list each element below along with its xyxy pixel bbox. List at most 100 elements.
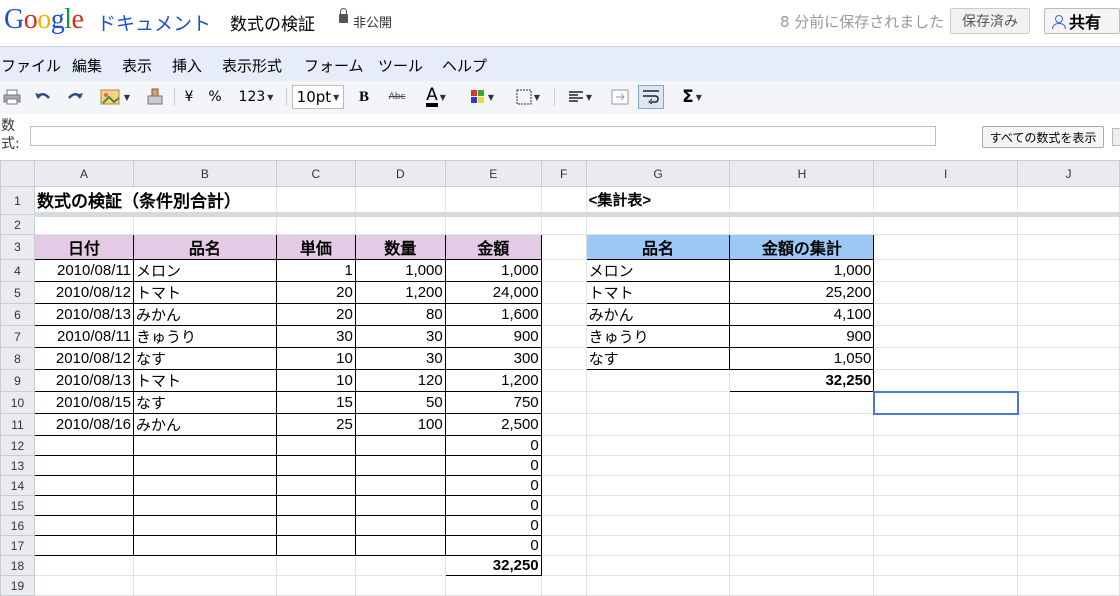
merge-cells-icon[interactable] xyxy=(608,85,632,109)
summary-header-total[interactable]: 金額の集計 xyxy=(729,234,875,260)
cell[interactable] xyxy=(540,391,587,414)
cell[interactable] xyxy=(354,575,446,596)
borders-dropdown[interactable]: ▼ xyxy=(510,85,546,109)
menu-file[interactable]: ファイル xyxy=(1,55,61,76)
cell-amount[interactable]: 1,600 xyxy=(444,303,542,326)
summary-cell-item[interactable]: トマト xyxy=(585,281,731,304)
cell[interactable] xyxy=(873,535,1019,556)
cell[interactable] xyxy=(1017,515,1120,536)
cell[interactable] xyxy=(540,413,587,436)
cell[interactable] xyxy=(33,555,134,576)
cell-amount[interactable]: 24,000 xyxy=(444,281,542,304)
currency-button[interactable]: ¥ xyxy=(180,85,198,109)
cell[interactable] xyxy=(444,186,542,217)
cell-unit-price[interactable]: 10 xyxy=(275,369,356,392)
cell-amount[interactable]: 0 xyxy=(444,435,542,456)
cell[interactable] xyxy=(873,413,1019,436)
cell[interactable] xyxy=(873,214,1019,235)
cell-unit-price[interactable] xyxy=(275,495,356,516)
insert-image-icon[interactable]: ▼ xyxy=(96,85,134,109)
summary-cell-item[interactable]: きゅうり xyxy=(585,325,731,348)
menu-tools[interactable]: ツール xyxy=(378,55,423,76)
cell-unit-price[interactable]: 15 xyxy=(275,391,356,414)
cell[interactable] xyxy=(729,186,875,217)
cell-unit-price[interactable]: 25 xyxy=(275,413,356,436)
cell[interactable] xyxy=(1017,281,1120,304)
summary-cell-total[interactable]: 1,000 xyxy=(729,259,875,282)
cell-date[interactable]: 2010/08/12 xyxy=(33,347,134,370)
cell-unit-price[interactable] xyxy=(275,475,356,496)
column-header[interactable]: E xyxy=(444,160,542,187)
cell-item[interactable]: トマト xyxy=(132,369,277,392)
cell-quantity[interactable] xyxy=(354,515,446,536)
cell[interactable] xyxy=(132,555,277,576)
print-icon[interactable] xyxy=(2,85,22,109)
cell-amount[interactable]: 0 xyxy=(444,475,542,496)
cell[interactable] xyxy=(873,555,1019,576)
row-header[interactable]: 1 xyxy=(0,186,35,215)
cell[interactable] xyxy=(585,391,731,414)
summary-title[interactable]: <集計表> xyxy=(585,186,731,217)
cell[interactable] xyxy=(540,575,587,596)
cell[interactable] xyxy=(729,475,875,496)
cell[interactable] xyxy=(1017,234,1120,260)
cell[interactable] xyxy=(729,515,875,536)
cell[interactable] xyxy=(585,475,731,496)
number-format-dropdown[interactable]: 123 ▼ xyxy=(234,85,278,109)
cell-item[interactable]: みかん xyxy=(132,413,277,436)
cell-item[interactable] xyxy=(132,515,277,536)
cell-amount[interactable]: 300 xyxy=(444,347,542,370)
cell[interactable] xyxy=(873,495,1019,516)
cell[interactable] xyxy=(540,259,587,282)
summary-cell-item[interactable]: なす xyxy=(585,347,731,370)
menu-view[interactable]: 表示 xyxy=(122,55,152,76)
cell[interactable] xyxy=(585,495,731,516)
cell[interactable] xyxy=(540,186,587,217)
cell-quantity[interactable] xyxy=(354,435,446,456)
row-header[interactable]: 8 xyxy=(0,347,35,370)
cell-date[interactable] xyxy=(33,495,134,516)
cell[interactable] xyxy=(729,495,875,516)
column-header[interactable]: G xyxy=(585,160,731,187)
cell[interactable] xyxy=(585,369,731,392)
text-color-dropdown[interactable]: A ▼ xyxy=(418,85,454,109)
row-header[interactable]: 4 xyxy=(0,259,35,282)
column-header[interactable]: J xyxy=(1017,160,1120,187)
align-dropdown[interactable]: ▼ xyxy=(562,85,598,109)
summary-cell-total[interactable]: 1,050 xyxy=(729,347,875,370)
cell[interactable] xyxy=(275,214,356,235)
share-button[interactable]: 共有 xyxy=(1044,8,1120,34)
cell[interactable] xyxy=(275,575,356,596)
cell[interactable] xyxy=(540,515,587,536)
bold-button[interactable]: B xyxy=(354,85,374,109)
cell[interactable] xyxy=(1017,325,1120,348)
cell-unit-price[interactable] xyxy=(275,435,356,456)
column-header[interactable]: H xyxy=(729,160,875,187)
cell[interactable] xyxy=(275,186,356,217)
cell-quantity[interactable]: 120 xyxy=(354,369,446,392)
cell-item[interactable] xyxy=(132,455,277,476)
cell[interactable] xyxy=(729,455,875,476)
cell-date[interactable]: 2010/08/12 xyxy=(33,281,134,304)
cell[interactable] xyxy=(540,495,587,516)
cell-date[interactable] xyxy=(33,515,134,536)
cell[interactable] xyxy=(1017,347,1120,370)
column-header[interactable]: F xyxy=(540,160,587,187)
cell[interactable] xyxy=(1017,369,1120,392)
cell-unit-price[interactable]: 20 xyxy=(275,303,356,326)
cell[interactable] xyxy=(1017,535,1120,556)
cell-unit-price[interactable] xyxy=(275,515,356,536)
redo-icon[interactable] xyxy=(64,85,86,109)
cell[interactable] xyxy=(729,413,875,436)
cell-quantity[interactable] xyxy=(354,535,446,556)
cell-date[interactable] xyxy=(33,475,134,496)
cell-amount[interactable]: 0 xyxy=(444,535,542,556)
summary-cell-total[interactable]: 4,100 xyxy=(729,303,875,326)
cell[interactable] xyxy=(1017,391,1120,414)
header-cell-item[interactable]: 品名 xyxy=(132,234,277,260)
cell[interactable] xyxy=(1017,303,1120,326)
cell-date[interactable] xyxy=(33,455,134,476)
column-header[interactable]: C xyxy=(275,160,356,187)
cell[interactable] xyxy=(1017,259,1120,282)
row-header[interactable]: 15 xyxy=(0,495,35,516)
